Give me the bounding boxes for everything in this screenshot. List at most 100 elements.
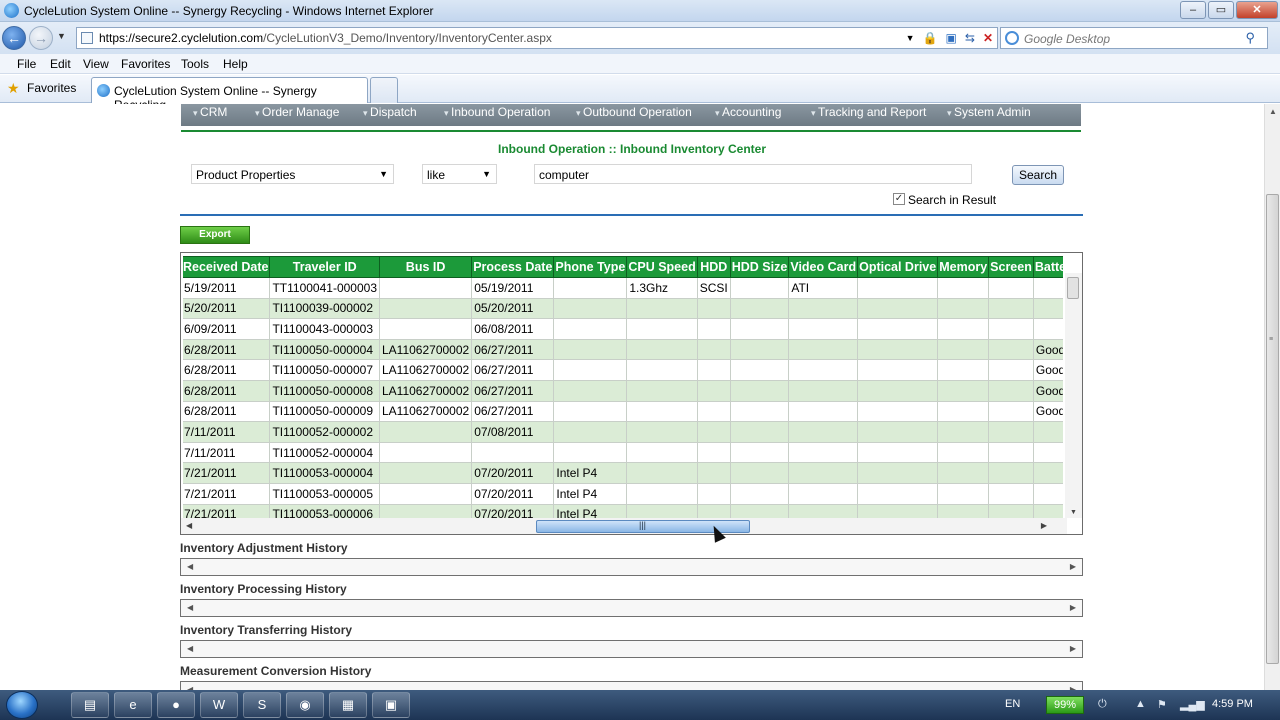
column-header[interactable]: CPU Speed xyxy=(626,256,698,278)
flag-icon[interactable]: ⚑ xyxy=(1157,698,1167,711)
firefox-taskbar-icon[interactable]: ● xyxy=(157,692,195,718)
maximize-button[interactable]: ▭ xyxy=(1208,1,1234,19)
battery-indicator[interactable]: 99% xyxy=(1046,696,1084,714)
page-vertical-scrollbar[interactable]: ▲ ≡ xyxy=(1264,104,1280,690)
grid-vscroll-thumb[interactable] xyxy=(1067,277,1079,299)
table-row[interactable]: 7/21/2011 TI1100053-000005 07/20/2011 Intel… xyxy=(183,482,1063,505)
column-header[interactable]: HDD Size xyxy=(729,256,790,278)
table-row[interactable]: 6/09/2011 TI1100043-000003 06/08/2011 xyxy=(183,318,1063,340)
compatibility-view-icon[interactable]: ▣ xyxy=(946,31,957,45)
show-hidden-icon[interactable]: ▲ xyxy=(1135,698,1146,710)
nav-accounting[interactable]: Accounting xyxy=(715,105,781,119)
close-button[interactable]: ✕ xyxy=(1236,1,1278,19)
column-header[interactable]: Optical Drive xyxy=(857,256,939,278)
query-input[interactable]: computer xyxy=(534,164,972,184)
app-taskbar-icon[interactable]: ▣ xyxy=(372,692,410,718)
grid-vertical-scrollbar[interactable]: ▼ xyxy=(1065,273,1082,518)
page-scroll-thumb[interactable] xyxy=(1266,194,1279,664)
scroll-left-icon[interactable]: ◀ xyxy=(187,562,193,571)
menu-edit[interactable]: Edit xyxy=(50,57,71,71)
scroll-left-icon[interactable]: ◀ xyxy=(186,521,192,530)
search-icon[interactable]: ⚲ xyxy=(1245,30,1255,46)
scroll-left-icon[interactable]: ◀ xyxy=(187,603,193,612)
scroll-right-icon[interactable]: ▶ xyxy=(1070,562,1076,571)
column-header[interactable]: Screen xyxy=(988,256,1034,278)
favorites-button[interactable]: Favorites xyxy=(27,81,76,95)
table-row[interactable]: 7/11/2011 TI1100052-000002 07/08/2011 xyxy=(183,421,1063,443)
skype-taskbar-icon[interactable]: S xyxy=(243,692,281,718)
clock[interactable]: 4:59 PM xyxy=(1212,698,1253,710)
column-header[interactable]: Battery xyxy=(1032,256,1063,278)
address-input[interactable]: https://secure2.cyclelution.com/CycleLut… xyxy=(76,27,998,49)
section-scrollbar-processing[interactable]: ◀ ▶ xyxy=(180,599,1083,617)
nav-crm[interactable]: CRM xyxy=(193,105,227,119)
nav-system-admin[interactable]: System Admin xyxy=(947,105,1031,119)
table-row[interactable]: 7/11/2011 TI1100052-000004 xyxy=(183,441,1063,464)
minimize-button[interactable]: – xyxy=(1180,1,1206,19)
power-icon[interactable]: ⏻ xyxy=(1098,698,1107,711)
table-cell xyxy=(626,441,698,464)
history-dropdown-icon[interactable]: ▼ xyxy=(57,31,66,41)
forward-button[interactable]: → xyxy=(29,26,53,50)
menu-file[interactable]: File xyxy=(17,57,36,71)
ie-taskbar-icon[interactable]: e xyxy=(114,692,152,718)
nav-tracking-report[interactable]: Tracking and Report xyxy=(811,105,926,119)
table-row[interactable]: 6/28/2011 TI1100050-000004 LA11062700002 06… xyxy=(183,338,1063,361)
scroll-left-icon[interactable]: ◀ xyxy=(187,644,193,653)
grid-horizontal-scrollbar[interactable]: ◀ ||| ▶ xyxy=(181,518,1067,534)
new-tab-button[interactable] xyxy=(370,77,398,103)
column-header[interactable]: Video Card xyxy=(788,256,859,278)
column-header[interactable]: Phone Type xyxy=(553,256,628,278)
column-header[interactable]: HDD xyxy=(696,256,731,278)
menu-tools[interactable]: Tools xyxy=(181,57,209,71)
table-row[interactable]: 7/21/2011 TI1100053-000004 07/20/2011 Intel… xyxy=(183,462,1063,484)
network-icon[interactable]: ▂▄▆ xyxy=(1180,698,1205,711)
menu-favorites[interactable]: Favorites xyxy=(121,57,170,71)
refresh-icon[interactable]: ⇆ xyxy=(965,31,975,45)
explorer-taskbar-icon[interactable]: ▤ xyxy=(71,692,109,718)
section-scrollbar-adjustment[interactable]: ◀ ▶ xyxy=(180,558,1083,576)
nav-outbound-operation[interactable]: Outbound Operation xyxy=(576,105,692,119)
scroll-right-icon[interactable]: ▶ xyxy=(1070,644,1076,653)
search-input[interactable]: Google Desktop ⚲ xyxy=(1000,27,1268,49)
table-row[interactable]: 6/28/2011 TI1100050-000007 LA11062700002 06… xyxy=(183,359,1063,381)
section-scrollbar-transferring[interactable]: ◀ ▶ xyxy=(180,640,1083,658)
lock-icon[interactable]: 🔒 xyxy=(923,31,938,45)
scroll-up-icon[interactable]: ▲ xyxy=(1269,107,1277,116)
table-row[interactable]: 6/28/2011 TI1100050-000008 LA11062700002 06… xyxy=(183,379,1063,402)
column-header[interactable]: Traveler ID xyxy=(269,256,380,278)
scroll-right-icon[interactable]: ▶ xyxy=(1041,521,1047,530)
table-row[interactable]: 7/21/2011 TI1100053-000006 07/20/2011 Intel… xyxy=(183,503,1063,518)
nav-dispatch[interactable]: Dispatch xyxy=(363,105,417,119)
search-button[interactable]: Search xyxy=(1012,165,1064,185)
scroll-right-icon[interactable]: ▶ xyxy=(1070,603,1076,612)
notes-taskbar-icon[interactable]: ▦ xyxy=(329,692,367,718)
table-row[interactable]: 5/20/2011 TI1100039-000002 05/20/2011 xyxy=(183,297,1063,320)
start-button[interactable] xyxy=(6,691,38,719)
column-header[interactable]: Memory xyxy=(937,256,990,278)
property-select[interactable]: Product Properties ▼ xyxy=(191,164,394,184)
stop-icon[interactable]: ✕ xyxy=(983,31,993,45)
nav-inbound-operation[interactable]: Inbound Operation xyxy=(444,105,550,119)
export-button[interactable]: Export xyxy=(180,226,250,244)
tab-active[interactable]: CycleLution System Online -- Synergy Rec… xyxy=(91,77,368,112)
column-header[interactable]: Bus ID xyxy=(378,256,473,278)
language-indicator[interactable]: EN xyxy=(1005,698,1020,710)
table-row[interactable]: 6/28/2011 TI1100050-000009 LA11062700002 06… xyxy=(183,400,1063,423)
favorites-star-icon[interactable]: ★ xyxy=(7,80,20,97)
table-row[interactable]: 5/19/2011 TT1100041-000003 05/19/2011 1.3Gh… xyxy=(183,277,1063,299)
column-header[interactable]: Process Date xyxy=(471,256,555,278)
chrome-taskbar-icon[interactable]: ◉ xyxy=(286,692,324,718)
search-in-result-checkbox[interactable]: ✓ xyxy=(893,193,905,205)
menu-help[interactable]: Help xyxy=(223,57,248,71)
table-cell xyxy=(937,277,990,299)
menu-view[interactable]: View xyxy=(83,57,109,71)
scroll-down-icon[interactable]: ▼ xyxy=(1070,509,1077,516)
word-taskbar-icon[interactable]: W xyxy=(200,692,238,718)
section-scrollbar-measurement[interactable]: ◀ ▶ xyxy=(180,681,1083,690)
operator-select[interactable]: like ▼ xyxy=(422,164,497,184)
column-header[interactable]: Received Date xyxy=(183,256,271,278)
address-dropdown-icon[interactable]: ▼ xyxy=(906,33,915,43)
back-button[interactable]: ← xyxy=(2,26,26,50)
nav-order-manage[interactable]: Order Manage xyxy=(255,105,339,119)
